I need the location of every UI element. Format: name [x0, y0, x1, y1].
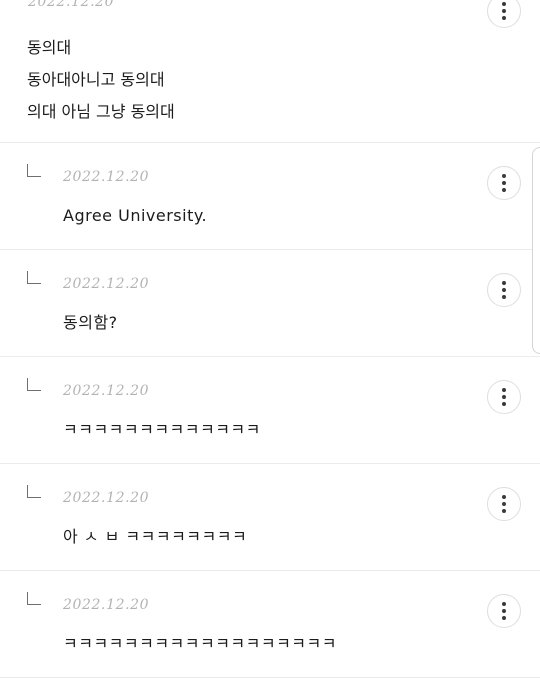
reply-date: 2022.12.20: [63, 276, 150, 292]
more-options-button[interactable]: [487, 273, 521, 307]
reply-date: 2022.12.20: [63, 490, 150, 506]
reply-arrow-icon: [27, 164, 41, 177]
comment-line: 동의대: [27, 38, 72, 57]
reply-arrow-icon: [27, 271, 41, 284]
side-panel-edge[interactable]: [532, 147, 540, 354]
reply-item: 2022.12.20 ㅋㅋㅋㅋㅋㅋㅋㅋㅋㅋㅋㅋㅋㅋㅋㅋㅋㅋ: [0, 571, 540, 678]
more-vertical-icon-dot: [502, 502, 506, 506]
reply-arrow-icon: [27, 592, 41, 605]
more-vertical-icon: [502, 602, 506, 606]
more-vertical-icon-dot: [502, 616, 506, 620]
reply-text: ㅋㅋㅋㅋㅋㅋㅋㅋㅋㅋㅋㅋㅋㅋㅋㅋㅋㅋ: [63, 634, 337, 653]
more-vertical-icon-dot: [502, 16, 506, 20]
more-vertical-icon-dot: [502, 288, 506, 292]
more-vertical-icon-dot: [502, 509, 506, 513]
comment-date: 2022.12.20: [28, 0, 115, 10]
more-vertical-icon: [502, 174, 506, 178]
more-vertical-icon: [502, 495, 506, 499]
more-vertical-icon: [502, 388, 506, 392]
reply-arrow-icon: [27, 485, 41, 498]
comment-line: 동아대아니고 동의대: [27, 70, 165, 89]
more-options-button[interactable]: [487, 0, 521, 28]
comment-body: 동의대 동아대아니고 동의대 의대 아님 그냥 동의대: [27, 32, 175, 128]
more-options-button[interactable]: [487, 166, 521, 200]
more-vertical-icon-dot: [502, 402, 506, 406]
reply-text: 아 ㅅ ㅂ ㅋㅋㅋㅋㅋㅋㅋㅋ: [63, 527, 248, 546]
comment-line: 의대 아님 그냥 동의대: [27, 102, 175, 121]
more-vertical-icon-dot: [502, 395, 506, 399]
reply-item: 2022.12.20 아 ㅅ ㅂ ㅋㅋㅋㅋㅋㅋㅋㅋ: [0, 464, 540, 571]
more-vertical-icon-dot: [502, 181, 506, 185]
more-options-button[interactable]: [487, 594, 521, 628]
reply-item: 2022.12.20 ㅋㅋㅋㅋㅋㅋㅋㅋㅋㅋㅋㅋㅋ: [0, 357, 540, 464]
reply-date: 2022.12.20: [63, 597, 150, 613]
more-vertical-icon-dot: [502, 295, 506, 299]
more-options-button[interactable]: [487, 380, 521, 414]
reply-text: 동의함?: [63, 313, 118, 332]
reply-arrow-icon: [27, 378, 41, 391]
more-vertical-icon-dot: [502, 609, 506, 613]
reply-date: 2022.12.20: [63, 383, 150, 399]
more-options-button[interactable]: [487, 487, 521, 521]
reply-date: 2022.12.20: [63, 169, 150, 185]
reply-text: Agree University.: [63, 206, 208, 225]
more-vertical-icon-dot: [502, 9, 506, 13]
more-vertical-icon-dot: [502, 188, 506, 192]
comment: 2022.12.20 동의대 동아대아니고 동의대 의대 아님 그냥 동의대: [0, 0, 540, 143]
reply-item: 2022.12.20 동의함?: [0, 250, 540, 357]
more-vertical-icon: [502, 2, 506, 6]
more-vertical-icon: [502, 281, 506, 285]
reply-text: ㅋㅋㅋㅋㅋㅋㅋㅋㅋㅋㅋㅋㅋ: [63, 420, 261, 439]
comment-thread: 2022.12.20 동의대 동아대아니고 동의대 의대 아님 그냥 동의대 2…: [0, 0, 540, 689]
reply-item: 2022.12.20 Agree University.: [0, 143, 540, 250]
